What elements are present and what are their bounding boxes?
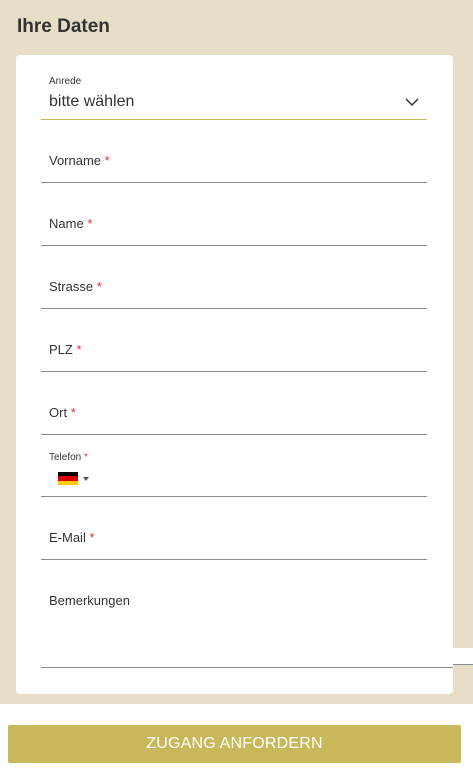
anrede-label: Anrede (49, 76, 82, 87)
form-card: Anrede bitte wählen Vorname * Name * Str… (16, 55, 453, 694)
vorname-label: Vorname * (49, 153, 110, 168)
plz-field[interactable]: PLZ * (41, 334, 427, 374)
strasse-field[interactable]: Strasse * (41, 271, 427, 311)
bemerkungen-textarea[interactable]: Bemerkungen (41, 585, 453, 670)
overflow-input-edge (453, 648, 473, 665)
caret-down-icon[interactable] (83, 477, 89, 481)
name-underline (41, 245, 427, 246)
ort-field[interactable]: Ort * (41, 397, 427, 437)
telefon-underline (41, 496, 427, 497)
section-title: Ihre Daten (17, 16, 110, 37)
anrede-underline (41, 119, 427, 120)
plz-underline (41, 371, 427, 372)
bemerkungen-label: Bemerkungen (49, 593, 130, 608)
bemerkungen-underline (41, 667, 453, 668)
email-underline (41, 559, 427, 560)
strasse-label: Strasse * (49, 279, 102, 294)
email-label: E-Mail * (49, 530, 95, 545)
chevron-down-icon (405, 98, 419, 107)
telefon-field[interactable]: Telefon * (41, 450, 427, 500)
name-label: Name * (49, 216, 93, 231)
vorname-underline (41, 182, 427, 183)
request-access-button[interactable]: ZUGANG ANFORDERN (8, 725, 461, 763)
ort-underline (41, 434, 427, 435)
anrede-select[interactable]: Anrede bitte wählen (41, 73, 427, 121)
name-field[interactable]: Name * (41, 208, 427, 248)
plz-label: PLZ * (49, 342, 82, 357)
vorname-field[interactable]: Vorname * (41, 145, 427, 185)
strasse-underline (41, 308, 427, 309)
ort-label: Ort * (49, 405, 76, 420)
telefon-label: Telefon * (49, 452, 88, 463)
germany-flag-icon[interactable] (58, 472, 78, 485)
email-field[interactable]: E-Mail * (41, 522, 427, 562)
anrede-value: bitte wählen (49, 93, 135, 110)
